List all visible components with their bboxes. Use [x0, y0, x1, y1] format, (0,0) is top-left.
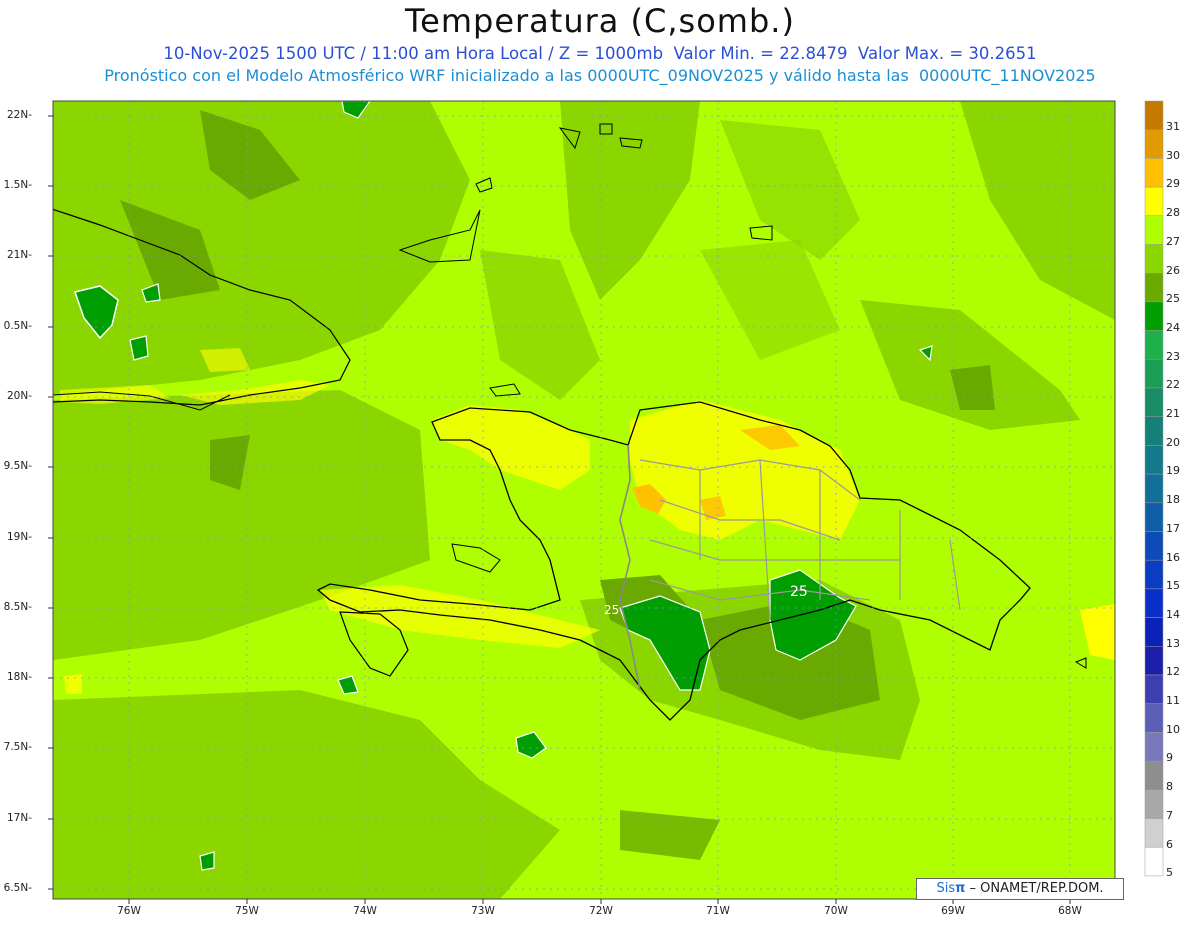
colorbar-level-label: 27: [1166, 234, 1180, 248]
colorbar-level-label: 30: [1166, 148, 1180, 162]
colorbar-level-label: 20: [1166, 435, 1180, 449]
lon-label: 70W: [824, 905, 848, 917]
lat-label: 21N-: [6, 249, 32, 261]
lon-label: 74W: [353, 905, 377, 917]
credit-box: Sisπ – ONAMET/REP.DOM.: [916, 878, 1124, 900]
colorbar-level-label: 8: [1166, 780, 1173, 794]
lat-label: 19N-: [6, 531, 32, 543]
temperature-map: 25 25: [48, 100, 1164, 904]
colorbar-level-label: 17: [1166, 521, 1180, 535]
colorbar-level-label: 13: [1166, 636, 1180, 650]
valid-time-line: 10-Nov-2025 1500 UTC / 11:00 am Hora Loc…: [163, 44, 1037, 63]
colorbar-level-label: 31: [1166, 120, 1180, 133]
colorbar-level-label: 25: [1166, 292, 1180, 306]
colorbar-swatch: [1144, 244, 1164, 274]
colorbar-swatch: [1144, 732, 1164, 762]
lon-label: 71W: [706, 905, 730, 917]
colorbar-level-label: 15: [1166, 579, 1180, 593]
colorbar-level-label: 7: [1166, 808, 1173, 822]
colorbar-swatch: [1144, 158, 1164, 188]
colorbar-swatch: [1144, 646, 1164, 676]
colorbar-swatch: [1144, 846, 1164, 877]
lat-label: 6.5N-: [3, 882, 32, 894]
colorbar-level-label: 5: [1166, 866, 1173, 880]
lon-label: 76W: [117, 905, 141, 917]
lat-label: 7.5N-: [3, 741, 32, 753]
colorbar-swatch: [1144, 617, 1164, 647]
lat-label: 0.5N-: [3, 320, 32, 332]
lat-label: 20N-: [6, 390, 32, 402]
colorbar-level-label: 21: [1166, 407, 1180, 420]
credit-brand: Sis: [936, 881, 956, 896]
credit-pi: π: [955, 881, 966, 896]
lat-label: 9.5N-: [3, 460, 32, 472]
lat-label: 1.5N-: [3, 179, 32, 191]
lat-label: 8.5N-: [3, 601, 32, 613]
lon-label: 72W: [589, 905, 613, 917]
colorbar-swatch: [1144, 272, 1164, 303]
colorbar-swatch: [1144, 387, 1164, 417]
model-info-line: Pronóstico con el Modelo Atmosférico WRF…: [104, 66, 1096, 85]
colorbar-level-label: 23: [1166, 349, 1180, 363]
lon-label: 73W: [471, 905, 495, 917]
lon-label: 68W: [1058, 905, 1082, 917]
colorbar-level-label: 14: [1166, 607, 1180, 621]
colorbar-level-label: 19: [1166, 464, 1180, 478]
lat-label: 22N-: [6, 109, 32, 121]
credit-org: – ONAMET/REP.DOM.: [965, 881, 1104, 896]
colorbar-swatch: [1144, 674, 1164, 704]
colorbar-swatch: [1144, 215, 1164, 245]
contour-label: 25: [790, 584, 808, 600]
colorbar-level-label: 28: [1166, 206, 1180, 220]
colorbar-swatch: [1144, 416, 1164, 446]
lat-label: 17N-: [6, 812, 32, 824]
colorbar-swatch: [1144, 359, 1164, 389]
colorbar-level-label: 10: [1166, 722, 1180, 736]
colorbar-level-label: 24: [1166, 320, 1180, 334]
colorbar-level-label: 12: [1166, 665, 1180, 679]
colorbar-swatch: [1144, 330, 1164, 360]
colorbar-swatch: [1144, 100, 1164, 130]
colorbar-swatch: [1144, 473, 1164, 504]
colorbar-level-label: 18: [1166, 493, 1180, 507]
colorbar-swatch: [1144, 445, 1164, 475]
map-title: Temperatura (C,somb.): [405, 2, 795, 40]
colorbar-swatch: [1144, 703, 1164, 733]
colorbar-swatch: [1144, 818, 1164, 848]
colorbar-level-label: 16: [1166, 550, 1180, 564]
colorbar-swatch: [1144, 502, 1164, 532]
colorbar-swatch: [1144, 789, 1164, 819]
map-plot-area: [53, 101, 1115, 899]
colorbar-level-label: 22: [1166, 378, 1180, 392]
lon-label: 69W: [941, 905, 965, 917]
colorbar-swatch: [1144, 559, 1164, 590]
contour-label-2: 25: [604, 603, 619, 617]
colorbar-swatch: [1144, 588, 1164, 618]
colorbar-level-label: 11: [1166, 694, 1180, 707]
colorbar-swatch: [1144, 531, 1164, 561]
lon-label: 75W: [235, 905, 259, 917]
colorbar-swatch: [1144, 186, 1164, 217]
colorbar-swatch: [1144, 760, 1164, 791]
colorbar-level-label: 29: [1166, 177, 1180, 191]
colorbar-swatch: [1144, 129, 1164, 159]
colorbar: [1144, 100, 1164, 877]
colorbar-level-label: 6: [1166, 837, 1173, 851]
colorbar-level-label: 9: [1166, 751, 1173, 765]
lat-label: 18N-: [6, 671, 32, 683]
colorbar-swatch: [1144, 301, 1164, 331]
colorbar-level-label: 26: [1166, 263, 1180, 277]
